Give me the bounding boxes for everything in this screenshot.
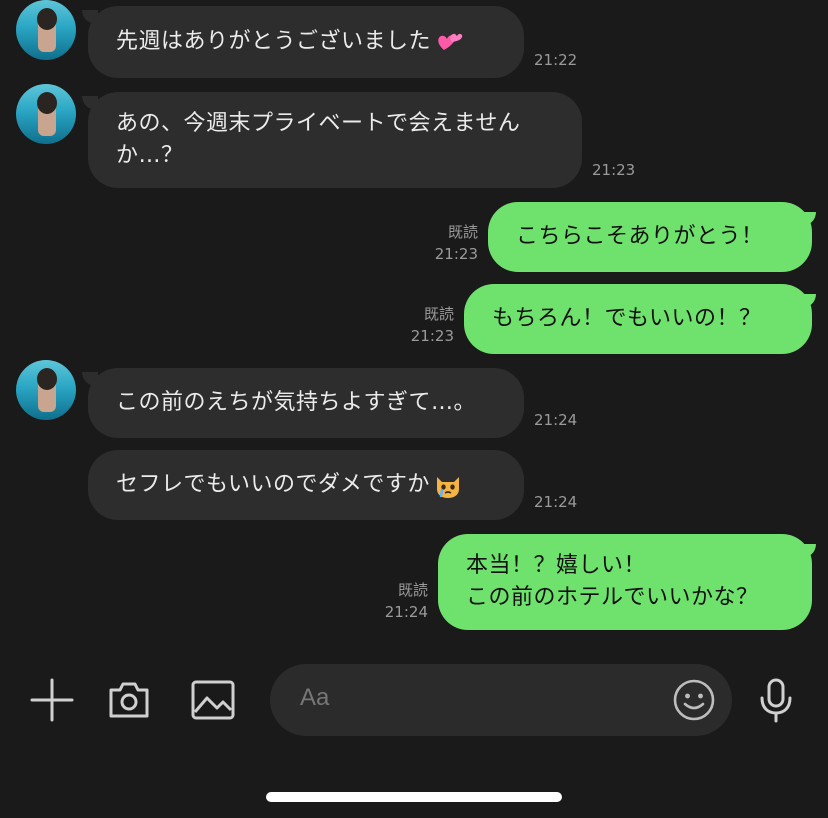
message-text-line: 本当！？嬉しい！ xyxy=(466,553,647,578)
microphone-icon xyxy=(760,678,792,723)
smiley-icon xyxy=(673,679,715,721)
message-time: 21:23 xyxy=(434,245,478,263)
sender-avatar[interactable] xyxy=(16,84,76,144)
chat-area: 先週はありがとうございました 21:22 あの、今週末プライベートで会えません … xyxy=(0,0,828,648)
voice-button[interactable] xyxy=(752,676,800,724)
message-text: 先週はありがとうございました xyxy=(116,29,432,54)
message-bubble-incoming[interactable]: セフレでもいいのでダメですか xyxy=(88,450,524,520)
read-receipt: 既読 xyxy=(423,305,454,323)
message-bubble-incoming[interactable]: 先週はありがとうございました xyxy=(88,6,524,78)
message-bubble-incoming[interactable]: この前のえちが気持ちよすぎて…。 xyxy=(88,368,524,438)
camera-icon xyxy=(109,682,149,718)
crying-cat-emoji xyxy=(434,471,462,499)
message-time: 21:23 xyxy=(592,161,636,179)
message-bubble-incoming[interactable]: あの、今週末プライベートで会えません か…？ xyxy=(88,92,582,188)
message-text-line: あの、今週末プライベートで会えません xyxy=(116,111,521,136)
two-hearts-emoji xyxy=(435,28,463,56)
message-bubble-outgoing[interactable]: 本当！？嬉しい！ この前のホテルでいいかな？ xyxy=(438,534,812,630)
read-receipt: 既読 xyxy=(447,223,478,241)
message-time: 21:24 xyxy=(384,603,428,621)
sender-avatar[interactable] xyxy=(16,0,76,60)
message-text-line: この前のホテルでいいかな？ xyxy=(466,585,759,610)
message-bubble-outgoing[interactable]: もちろん！でもいいの！？ xyxy=(464,284,812,354)
message-time: 21:24 xyxy=(534,411,578,429)
message-text-line: か…？ xyxy=(116,143,184,168)
gallery-button[interactable] xyxy=(189,676,237,724)
read-receipt: 既読 xyxy=(397,581,428,599)
add-button[interactable] xyxy=(28,676,76,724)
message-text: セフレでもいいのでダメですか xyxy=(116,472,430,497)
message-time: 21:22 xyxy=(534,51,578,69)
message-input-placeholder: Aa xyxy=(300,684,330,711)
home-indicator[interactable] xyxy=(266,792,562,802)
emoji-button[interactable] xyxy=(672,678,716,722)
sender-avatar[interactable] xyxy=(16,360,76,420)
message-time: 21:24 xyxy=(534,493,578,511)
message-text: もちろん！でもいいの！？ xyxy=(492,306,762,331)
image-icon xyxy=(191,680,235,720)
plus-icon xyxy=(30,678,74,722)
message-text: こちらこそありがとう！ xyxy=(516,224,764,249)
message-input[interactable]: Aa xyxy=(270,664,732,736)
message-time: 21:23 xyxy=(410,327,454,345)
camera-button[interactable] xyxy=(105,676,153,724)
message-text: この前のえちが気持ちよすぎて…。 xyxy=(116,390,477,415)
message-bubble-outgoing[interactable]: こちらこそありがとう！ xyxy=(488,202,812,272)
